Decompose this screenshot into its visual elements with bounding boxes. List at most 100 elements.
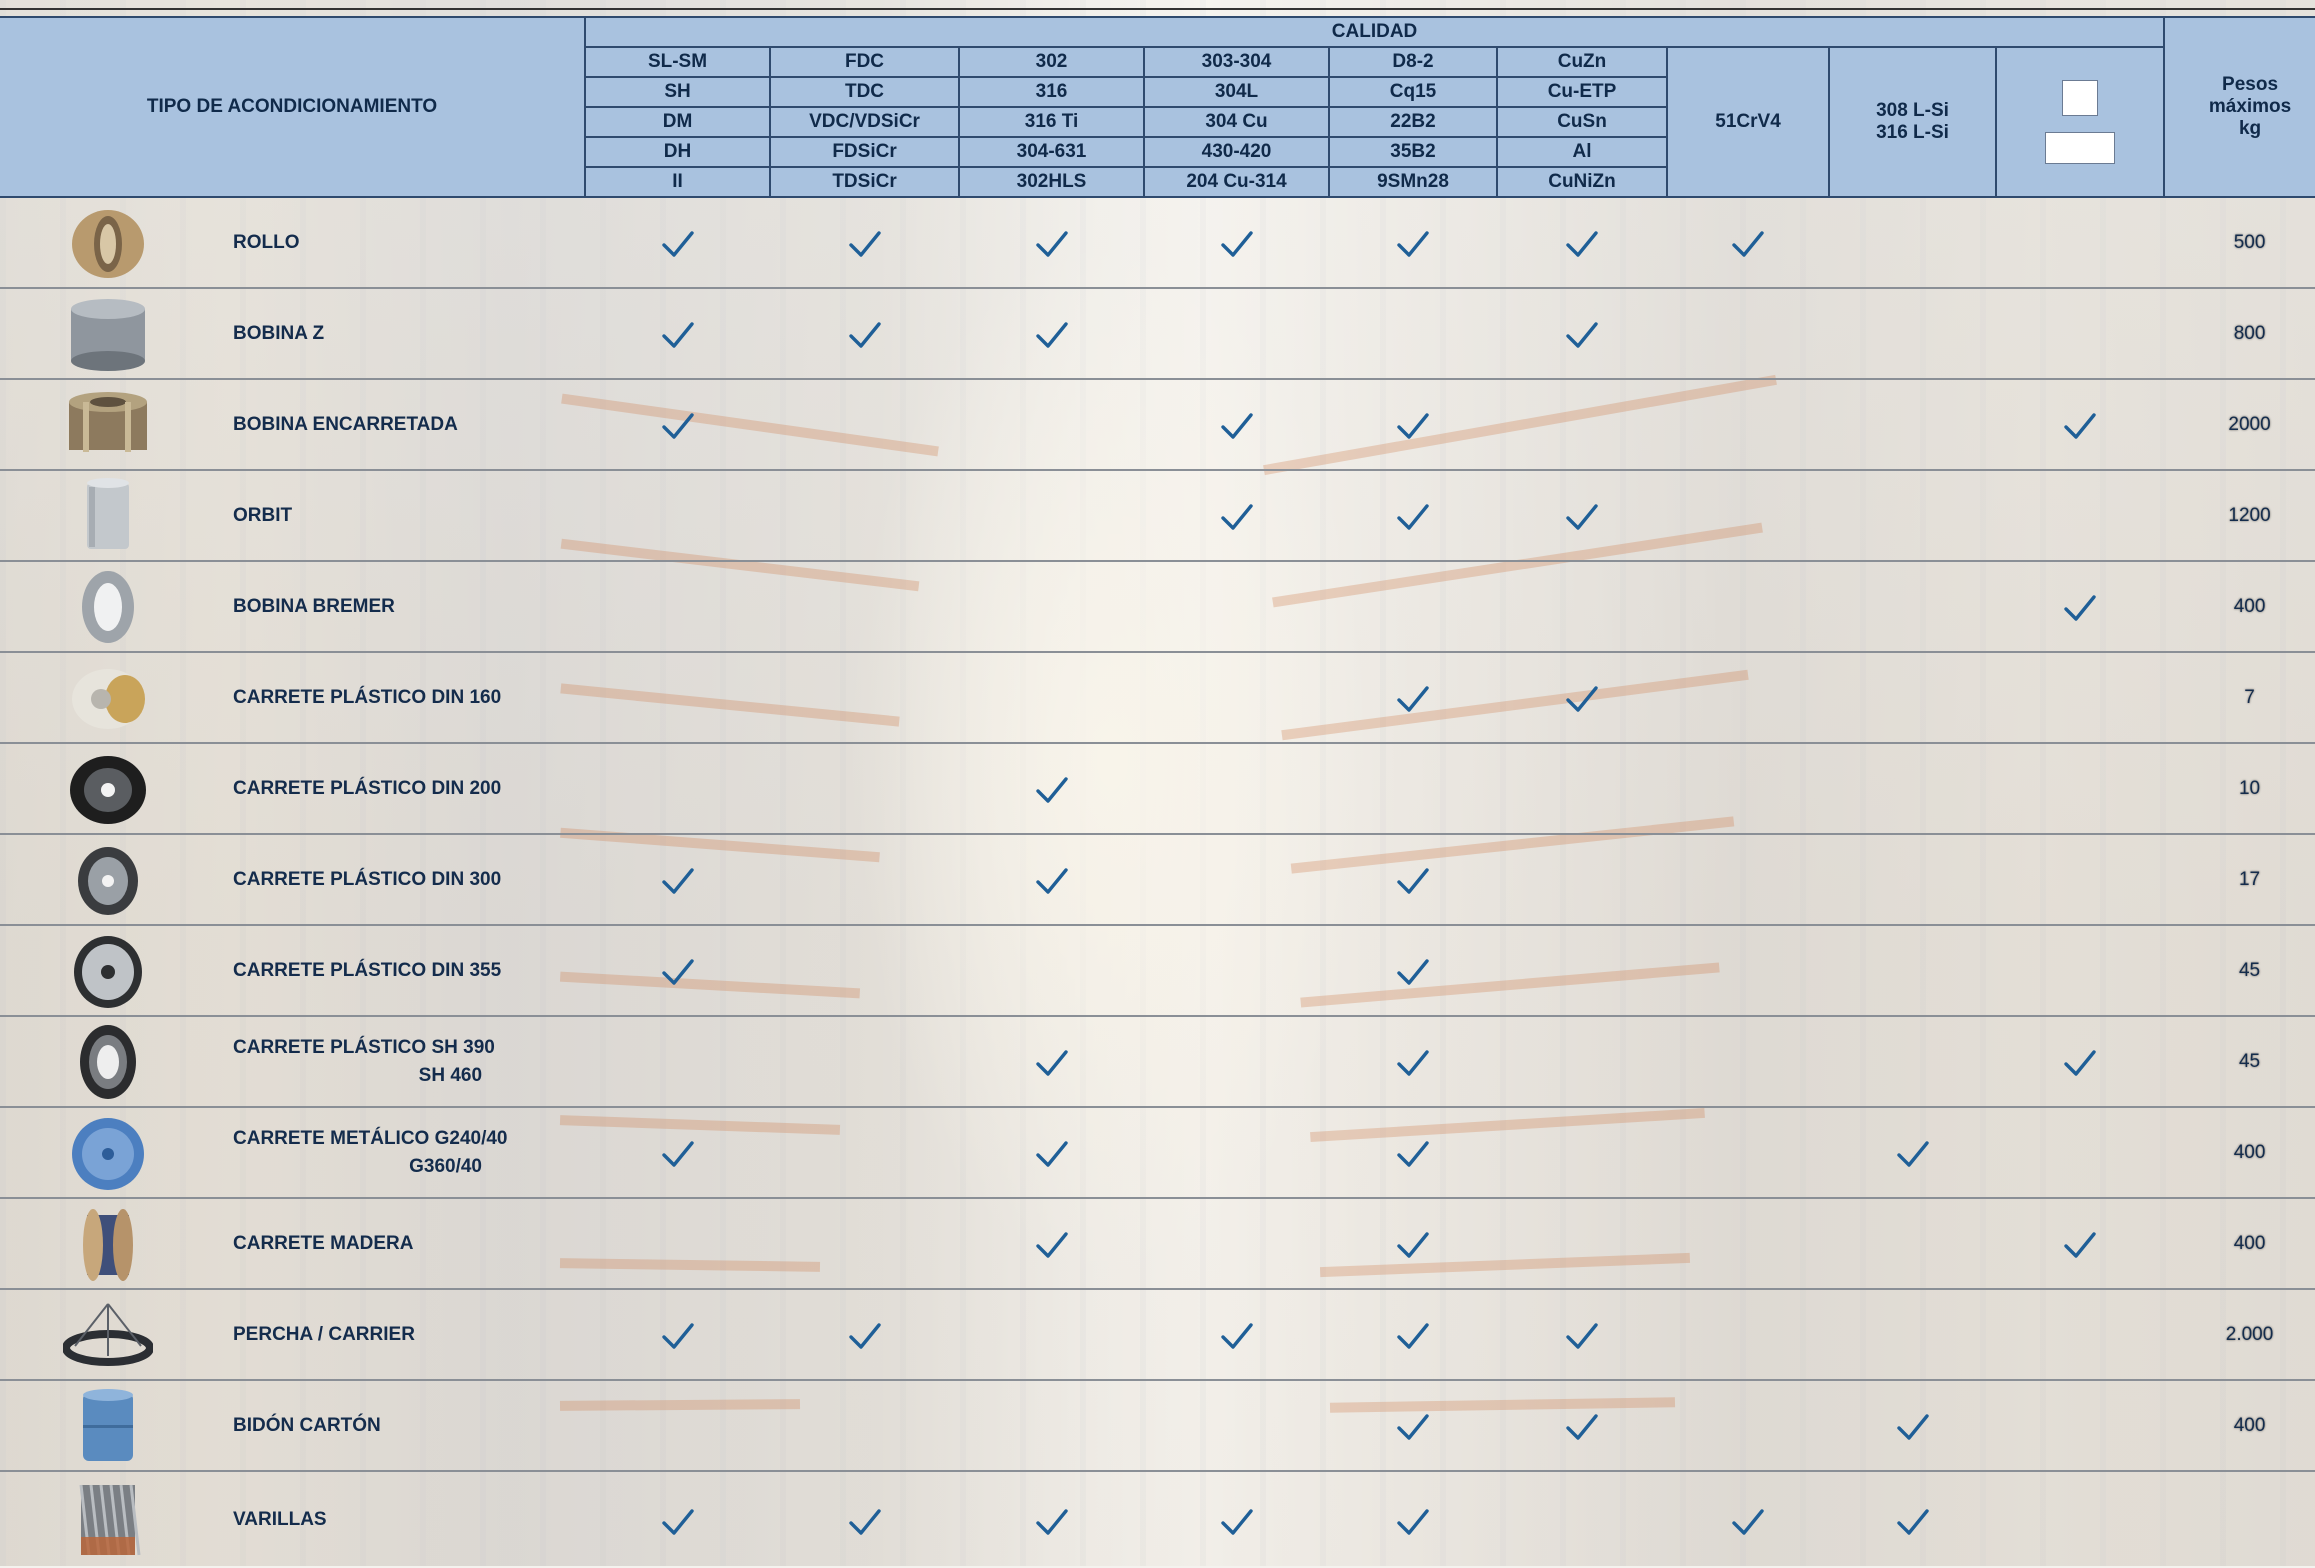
quality-check-cell — [1667, 288, 1830, 380]
col8-line1: 308 L-Si — [1876, 100, 1949, 121]
quality-check-cell — [1667, 379, 1830, 471]
checkmark-icon — [1035, 1230, 1069, 1260]
quality-check-cell — [1829, 379, 1997, 471]
quality-check-cell — [1829, 288, 1997, 380]
plastic-spool-300-icon — [0, 834, 215, 926]
quality-check-cell — [1497, 1289, 1668, 1381]
quality-check-cell — [770, 1289, 960, 1381]
blank-rect-box — [2045, 132, 2116, 164]
quality-check-cell — [1144, 834, 1330, 926]
quality-check-cell — [1667, 925, 1830, 1017]
quality-check-cell — [1329, 1380, 1498, 1472]
checkmark-icon — [661, 1507, 695, 1537]
checkmark-icon — [1896, 1507, 1930, 1537]
quality-cell: Al — [1496, 136, 1669, 168]
max-weight-value: 45 — [2164, 925, 2315, 1017]
quality-check-cell — [1667, 1107, 1830, 1199]
checkmark-icon — [848, 1321, 882, 1351]
quality-check-cell — [585, 834, 771, 926]
quality-col8-header: 308 L-Si 316 L-Si — [1828, 46, 1998, 198]
quality-check-cell — [1144, 1107, 1330, 1199]
quality-check-cell — [1144, 470, 1330, 562]
top-rule — [0, 8, 2315, 10]
quality-check-cell — [959, 652, 1145, 744]
quality-check-cell — [770, 197, 960, 289]
header-row-1: TIPO DE ACONDICIONAMIENTO CALIDAD Pesos … — [0, 16, 2315, 198]
quality-check-cell — [1497, 1471, 1667, 1568]
table-row: ORBIT 1200 — [0, 470, 2315, 562]
quality-check-cell — [1667, 652, 1830, 744]
quality-check-cell — [1329, 1471, 1497, 1568]
quality-check-cell — [1144, 1289, 1330, 1381]
quality-col7-header: 51CrV4 — [1666, 46, 1831, 198]
packaging-name: CARRETE MADERA — [215, 1198, 586, 1290]
packaging-name: ORBIT — [215, 470, 586, 562]
quality-check-cell — [1667, 743, 1830, 835]
max-weight-value: 400 — [2164, 561, 2315, 653]
packaging-name-line1: CARRETE PLÁSTICO DIN 160 — [233, 686, 502, 708]
quality-check-cell — [1996, 561, 2165, 653]
quality-check-cell — [1667, 834, 1830, 926]
quality-check-cell — [770, 1380, 960, 1472]
checkmark-icon — [661, 229, 695, 259]
checkmark-icon — [1565, 229, 1599, 259]
packaging-name: BOBINA Z — [215, 288, 586, 380]
checkmark-icon — [1220, 502, 1254, 532]
table-row: CARRETE PLÁSTICO SH 390 SH 460 45 — [0, 1016, 2315, 1108]
bremer-coil-icon — [0, 561, 215, 653]
quality-cell: 304L — [1143, 76, 1331, 108]
quality-check-cell — [1329, 652, 1498, 744]
quality-check-cell — [1329, 1107, 1498, 1199]
checkmark-icon — [1035, 229, 1069, 259]
table-row: CARRETE METÁLICO G240/40 G360/40 400 — [0, 1107, 2315, 1199]
quality-check-cell — [1996, 1198, 2165, 1290]
quality-check-cell — [1497, 1016, 1668, 1108]
table-row: BOBINA ENCARRETADA 2000 — [0, 379, 2315, 471]
checkmark-icon — [1565, 684, 1599, 714]
quality-check-cell — [959, 379, 1145, 471]
table-row: ROLLO 500 — [0, 197, 2315, 289]
quality-check-cell — [770, 1107, 960, 1199]
quality-check-cell — [1497, 652, 1668, 744]
quality-check-cell — [1996, 197, 2165, 289]
quality-cell: 302 — [958, 46, 1146, 78]
quality-check-cell — [959, 288, 1145, 380]
checkmark-icon — [2063, 1230, 2097, 1260]
table-row: PERCHA / CARRIER 2.000 — [0, 1289, 2315, 1381]
table-body: ROLLO 500 BOBINA Z 800 BOBINA ENCARRETADA 200… — [0, 197, 2315, 1568]
quality-check-cell — [585, 1198, 771, 1290]
checkmark-icon — [1035, 866, 1069, 896]
checkmark-icon — [2063, 1048, 2097, 1078]
quality-check-cell — [1144, 561, 1330, 653]
checkmark-icon — [1896, 1412, 1930, 1442]
quality-check-cell — [1996, 379, 2165, 471]
checkmark-icon — [1731, 229, 1765, 259]
checkmark-icon — [1396, 957, 1430, 987]
quality-cell: TDC — [769, 76, 961, 108]
max-weight-value: 2.000 — [2164, 1289, 2315, 1381]
quality-check-cell — [1144, 379, 1330, 471]
checkmark-icon — [1396, 1321, 1430, 1351]
quality-check-cell — [585, 379, 771, 471]
quality-check-cell — [1329, 379, 1498, 471]
packaging-name: CARRETE PLÁSTICO SH 390 SH 460 — [215, 1016, 586, 1108]
quality-cell: CuNiZn — [1496, 166, 1669, 198]
checkmark-icon — [661, 1139, 695, 1169]
quality-check-cell — [1329, 288, 1498, 380]
packaging-name-line1: BIDÓN CARTÓN — [233, 1414, 381, 1436]
checkmark-icon — [1220, 1507, 1254, 1537]
checkmark-icon — [1396, 866, 1430, 896]
max-weight-value: 10 — [2164, 743, 2315, 835]
orbit-coil-icon — [0, 470, 215, 562]
rods-bundle-icon — [0, 1471, 215, 1568]
quality-check-cell — [1829, 834, 1997, 926]
col8-line2: 316 L-Si — [1876, 122, 1949, 143]
packaging-name: CARRETE PLÁSTICO DIN 300 — [215, 834, 586, 926]
quality-check-cell — [1497, 561, 1668, 653]
quality-check-cell — [1829, 197, 1997, 289]
max-weight-value: 7 — [2164, 652, 2315, 744]
quality-check-cell — [585, 561, 771, 653]
quality-check-cell — [585, 1471, 770, 1568]
packaging-name: CARRETE PLÁSTICO DIN 355 — [215, 925, 586, 1017]
quality-check-cell — [1329, 925, 1498, 1017]
